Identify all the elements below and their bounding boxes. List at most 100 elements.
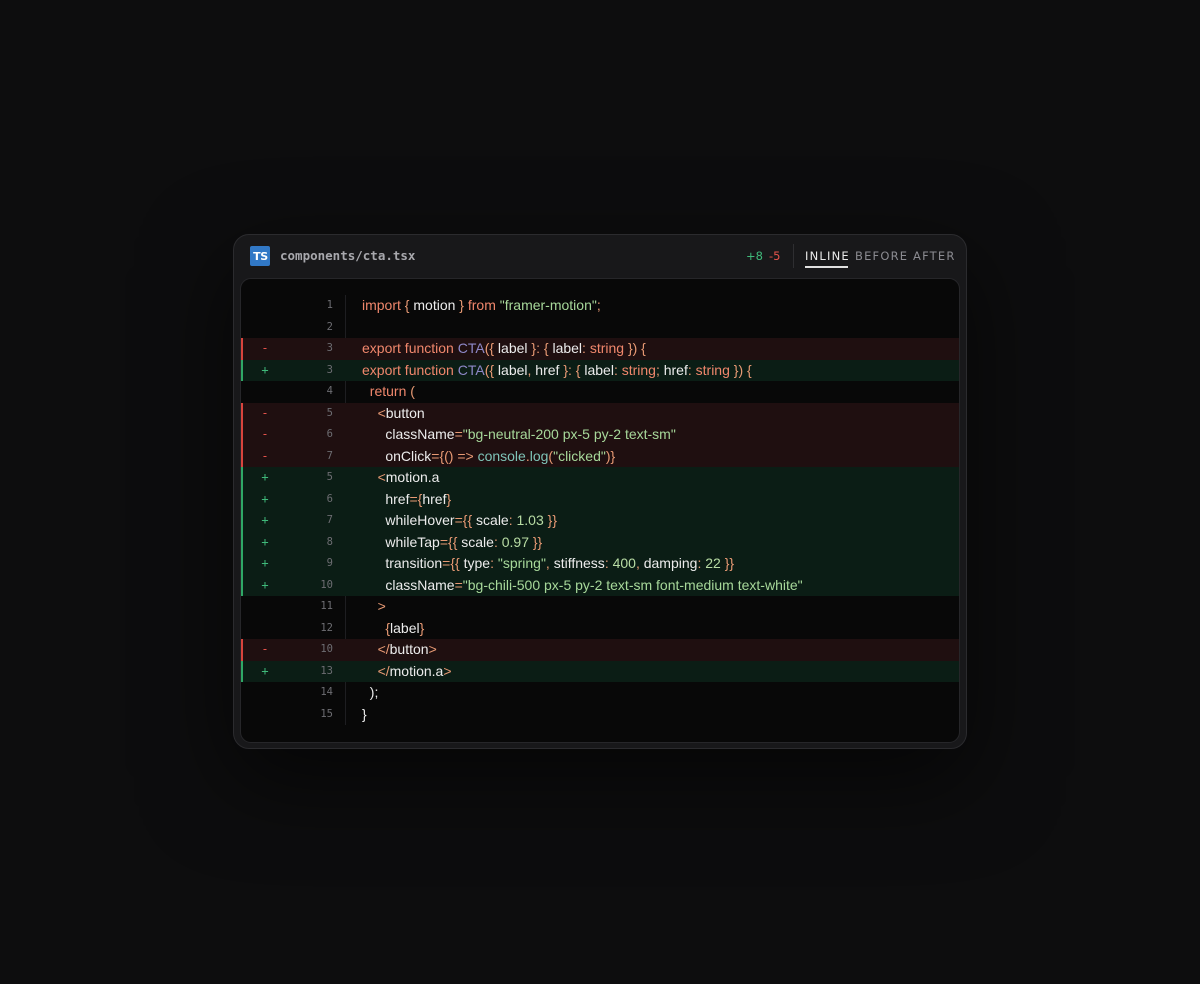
minus-marker: - — [261, 405, 269, 420]
tab-after[interactable]: AFTER — [913, 247, 956, 265]
diff-line-removed[interactable]: - 3 export function CTA({ label }: { label… — [241, 338, 959, 360]
code-token: label — [548, 340, 583, 356]
code-token: ( — [410, 383, 415, 399]
code-token: {() — [439, 447, 454, 464]
diff-line-removed[interactable]: - 7 onClick={() => console.log("clicked")… — [241, 445, 959, 467]
minus-marker: - — [261, 448, 269, 463]
diff-line-added[interactable]: +6 href={href} — [241, 488, 959, 510]
line-number: 15 — [320, 707, 333, 720]
code-token: string — [695, 361, 730, 378]
code-text: > — [362, 596, 386, 618]
code-text: {label} — [362, 618, 424, 640]
diff-line-added[interactable]: +9 transition={{ type: "spring", stiffne… — [241, 553, 959, 575]
code-token: </ — [377, 662, 390, 679]
code-panel[interactable]: 1 import { motion } from "framer-motion";… — [240, 278, 960, 743]
line-number: 10 — [320, 578, 333, 591]
code-token: scale — [457, 533, 494, 550]
code-text: </motion.a> — [362, 661, 452, 683]
plus-marker: + — [261, 513, 269, 527]
file-name[interactable]: components/cta.tsx — [280, 247, 415, 265]
diff-line-removed[interactable]: - 6 className="bg-neutral-200 px-5 py-2 t… — [241, 424, 959, 446]
line-number: 12 — [320, 621, 333, 634]
code-token: }) — [627, 340, 638, 356]
code-token: 1.03 — [516, 512, 544, 528]
line-number: 6 — [326, 428, 333, 440]
code-token: button — [389, 641, 429, 657]
diff-line-context[interactable]: 1 import { motion } from "framer-motion"; — [241, 295, 959, 317]
code-token: export function — [362, 340, 454, 356]
code-text: } — [362, 704, 367, 726]
code-token: export function — [362, 361, 454, 378]
code-text: export function CTA({ label }: { label: … — [362, 338, 646, 360]
code-token: whileHover — [362, 512, 455, 528]
code-token: = — [454, 512, 463, 528]
code-token: "framer-motion" — [499, 297, 597, 313]
code-token: className — [362, 426, 455, 442]
diff-line-added[interactable]: +5 <motion.a — [241, 467, 959, 489]
diff-line-added[interactable]: +7 whileHover={{ scale: 1.03 }} — [241, 510, 959, 532]
plus-marker: + — [261, 534, 269, 549]
line-number: 7 — [326, 514, 333, 526]
code-token: import — [362, 297, 401, 313]
code-token: < — [377, 469, 386, 485]
code-token: }} — [724, 555, 735, 571]
code-token: {{ — [462, 512, 473, 528]
tab-inline[interactable]: INLINE — [805, 247, 850, 265]
code-token: = — [454, 426, 463, 442]
diff-line-context[interactable]: 12 {label} — [241, 618, 959, 640]
code-text: transition={{ type: "spring", stiffness:… — [362, 553, 734, 575]
code-token: }: — [531, 340, 540, 356]
active-tab-indicator — [805, 266, 848, 268]
diff-line-removed[interactable]: - 10 </button> — [241, 639, 959, 661]
code-token: "bg-neutral-200 px-5 py-2 text-sm" — [462, 426, 676, 442]
code-token: motion.a — [389, 662, 444, 679]
code-token: label — [494, 361, 528, 378]
code-token: } — [446, 490, 452, 507]
diff-line-context[interactable]: 15} — [241, 704, 959, 726]
code-token: ; — [596, 297, 601, 313]
code-token: label — [390, 619, 420, 636]
diff-line-context[interactable]: 4 return ( — [241, 381, 959, 403]
code-token: {{ — [450, 555, 460, 571]
code-text: whileTap={{ scale: 0.97 }} — [362, 532, 542, 554]
diff-line-added[interactable]: +8 whileTap={{ scale: 0.97 }} — [241, 531, 959, 554]
code-token: return — [369, 383, 407, 399]
code-token: { — [747, 361, 752, 378]
code-token: label — [494, 340, 532, 356]
diff-line-added[interactable]: +13 </motion.a> — [241, 660, 959, 683]
code-token: scale — [472, 512, 509, 528]
code-token: type — [459, 555, 491, 571]
line-number: 1 — [326, 299, 333, 311]
tab-before[interactable]: BEFORE — [855, 247, 908, 265]
code-token: "bg-chili-500 px-5 py-2 text-sm font-med… — [462, 576, 803, 593]
code-token: href — [362, 490, 410, 507]
header-divider — [793, 244, 794, 268]
code-token: href — [659, 361, 688, 378]
plus-marker: + — [261, 663, 269, 678]
code-token: ({ — [484, 361, 495, 378]
code-token: CTA — [457, 340, 485, 356]
code-token: 22 — [705, 555, 721, 571]
minus-marker: - — [261, 427, 269, 441]
diff-line-context[interactable]: 2 — [241, 317, 959, 339]
diff-line-added[interactable]: +10 className="bg-chili-500 px-5 py-2 te… — [241, 574, 959, 596]
code-text: className="bg-neutral-200 px-5 py-2 text… — [362, 424, 676, 446]
code-token: } — [362, 705, 367, 722]
line-number: 10 — [320, 643, 333, 655]
diff-line-context[interactable]: 14 ); — [241, 682, 959, 704]
code-token: }) — [733, 361, 744, 378]
diff-line-removed[interactable]: - 5 <button — [241, 402, 959, 424]
diff-line-context[interactable]: 11 > — [241, 596, 959, 618]
line-number: 14 — [320, 686, 333, 698]
diff-line-added[interactable]: +3 export function CTA({ label, href }: {… — [241, 359, 959, 381]
deletions-count: -5 — [768, 249, 781, 263]
code-text: import { motion } from "framer-motion"; — [362, 295, 601, 317]
code-token: </ — [377, 641, 390, 657]
